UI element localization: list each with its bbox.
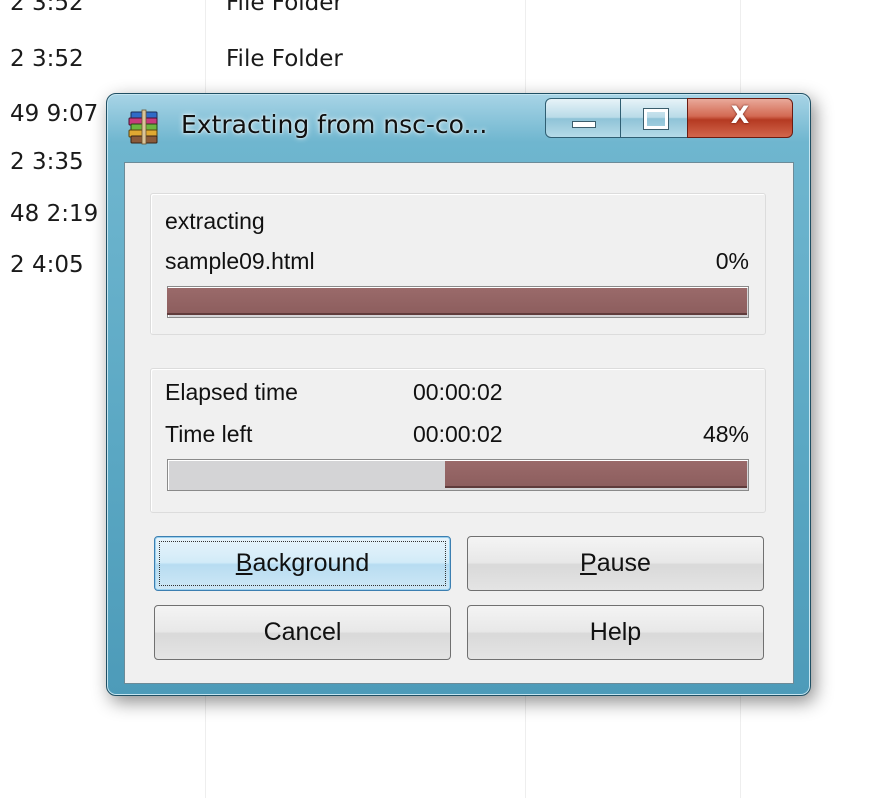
action-label: extracting xyxy=(165,208,265,234)
caption-buttons: X xyxy=(545,98,793,140)
pause-mnemonic: P xyxy=(580,549,597,577)
modified-date: 2 3:52 xyxy=(10,46,84,72)
maximize-icon xyxy=(643,108,669,130)
pause-button[interactable]: Pause xyxy=(467,536,764,591)
file-progress-bar xyxy=(167,286,749,318)
item-type: File Folder xyxy=(226,46,343,72)
close-icon: X xyxy=(730,101,750,129)
maximize-button[interactable] xyxy=(620,98,688,138)
list-item[interactable]: 2 3:52 File Folder xyxy=(0,0,889,24)
minimize-icon xyxy=(572,121,596,128)
overall-percent: 48% xyxy=(702,421,749,447)
background-label-rest: ackground xyxy=(252,549,370,577)
help-button[interactable]: Help xyxy=(467,605,764,660)
time-left-value: 00:00:02 xyxy=(413,421,503,447)
window-title: Extracting from nsc-co... xyxy=(181,110,488,139)
winrar-books-icon xyxy=(125,108,163,146)
overall-progress-fill xyxy=(445,461,747,488)
modified-date: 2 3:35 xyxy=(10,149,84,175)
background-mnemonic: B xyxy=(235,549,253,577)
pause-label-rest: ause xyxy=(596,549,651,577)
title-bar[interactable]: Extracting from nsc-co... X xyxy=(107,94,810,156)
time-left-label: Time left xyxy=(165,421,253,447)
item-type: File Folder xyxy=(226,0,343,16)
background-button[interactable]: Background xyxy=(154,536,451,591)
modified-date: 2 4:05 xyxy=(10,252,84,278)
file-percent: 0% xyxy=(715,248,749,274)
elapsed-time-value: 00:00:02 xyxy=(413,379,503,405)
list-item[interactable]: 2 3:52 File Folder xyxy=(0,40,889,80)
file-progress-fill xyxy=(167,288,747,315)
current-file-group: extracting sample09.html 0% xyxy=(150,193,766,335)
close-button[interactable]: X xyxy=(687,98,793,138)
cancel-button[interactable]: Cancel xyxy=(154,605,451,660)
overall-progress-group: Elapsed time 00:00:02 Time left 00:00:02… xyxy=(150,368,766,513)
current-file-name: sample09.html xyxy=(165,248,315,274)
dialog-body: extracting sample09.html 0% Elapsed time… xyxy=(124,162,794,684)
overall-progress-bar xyxy=(167,459,749,491)
modified-date: 49 9:07 xyxy=(10,101,99,127)
modified-date: 48 2:19 xyxy=(10,201,99,227)
elapsed-time-label: Elapsed time xyxy=(165,379,298,405)
modified-date: 2 3:52 xyxy=(10,0,84,16)
minimize-button[interactable] xyxy=(545,98,621,138)
extraction-dialog: Extracting from nsc-co... X extracting s… xyxy=(106,93,811,696)
